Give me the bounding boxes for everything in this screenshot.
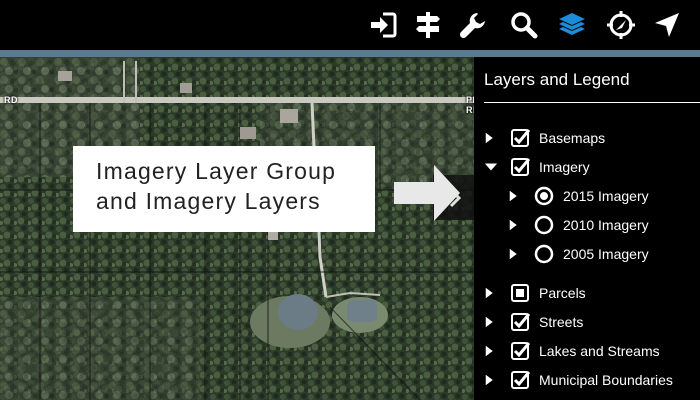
expand-toggle[interactable] (508, 185, 522, 207)
checkbox-partial-icon (511, 284, 529, 302)
layer-checkbox[interactable] (509, 340, 531, 362)
layer-checkbox[interactable] (509, 127, 531, 149)
caret-right-icon (485, 374, 493, 386)
layer-radio[interactable] (533, 243, 555, 265)
layer-label[interactable]: Streets (539, 314, 583, 330)
layers-icon[interactable] (555, 8, 589, 42)
top-toolbar (0, 0, 700, 50)
navigate-icon[interactable] (650, 8, 684, 42)
toolbar-divider (0, 50, 700, 57)
layer-item[interactable]: Parcels (484, 282, 586, 304)
expand-toggle[interactable] (484, 369, 498, 391)
wrench-icon[interactable] (456, 8, 490, 42)
caret-right-icon (509, 248, 517, 260)
checkbox-checked-icon (511, 342, 530, 360)
road-label-right: PETER RD (466, 95, 474, 115)
checkbox-checked-icon (511, 158, 530, 176)
caret-right-icon (509, 219, 517, 231)
layer-label[interactable]: 2005 Imagery (563, 246, 649, 262)
panel-title: Layers and Legend (484, 70, 630, 89)
layer-label[interactable]: 2015 Imagery (563, 188, 649, 204)
radio-unselected-icon (534, 215, 554, 235)
radio-selected-icon (534, 186, 554, 206)
annotation-callout: Imagery Layer Group and Imagery Layers (73, 146, 375, 232)
layer-label[interactable]: Parcels (539, 285, 586, 301)
checkbox-checked-icon (511, 313, 530, 331)
layer-item[interactable]: Imagery (484, 156, 590, 178)
layer-label[interactable]: Imagery (539, 159, 590, 175)
expand-toggle[interactable] (484, 127, 498, 149)
layer-label[interactable]: 2010 Imagery (563, 217, 649, 233)
sublayer-item[interactable]: 2005 Imagery (508, 243, 649, 265)
expand-toggle[interactable] (508, 214, 522, 236)
layer-label[interactable]: Basemaps (539, 130, 605, 146)
layer-label[interactable]: Lakes and Streams (539, 343, 660, 359)
layer-item[interactable]: Lakes and Streams (484, 340, 660, 362)
layer-item[interactable]: Streets (484, 311, 583, 333)
layer-checkbox[interactable] (509, 156, 531, 178)
caret-right-icon (509, 190, 517, 202)
layer-checkbox[interactable] (509, 369, 531, 391)
layer-item[interactable]: Municipal Boundaries (484, 369, 673, 391)
radio-unselected-icon (534, 244, 554, 264)
caret-down-icon (484, 163, 498, 171)
sublayer-item[interactable]: 2015 Imagery (508, 185, 649, 207)
caret-right-icon (485, 287, 493, 299)
panel-divider (484, 102, 700, 103)
caret-right-icon (485, 345, 493, 357)
signpost-icon[interactable] (411, 8, 445, 42)
sign-in-icon[interactable] (366, 8, 400, 42)
caret-right-icon (485, 316, 493, 328)
expand-toggle[interactable] (508, 243, 522, 265)
layer-checkbox[interactable] (509, 282, 531, 304)
layer-label[interactable]: Municipal Boundaries (539, 372, 673, 388)
annotation-arrow-icon (394, 165, 460, 221)
callout-line-2: and Imagery Layers (96, 188, 321, 214)
sublayer-item[interactable]: 2010 Imagery (508, 214, 649, 236)
search-icon[interactable] (507, 8, 541, 42)
callout-line-1: Imagery Layer Group (96, 158, 337, 184)
layer-radio[interactable] (533, 214, 555, 236)
layer-radio[interactable] (533, 185, 555, 207)
checkbox-checked-icon (511, 371, 530, 389)
expand-toggle[interactable] (484, 156, 498, 178)
expand-toggle[interactable] (484, 340, 498, 362)
layer-item[interactable]: Basemaps (484, 127, 605, 149)
layer-checkbox[interactable] (509, 311, 531, 333)
expand-toggle[interactable] (484, 282, 498, 304)
road-label-left: RD (4, 95, 18, 105)
locate-icon[interactable] (604, 8, 638, 42)
caret-right-icon (485, 132, 493, 144)
expand-toggle[interactable] (484, 311, 498, 333)
checkbox-checked-icon (511, 129, 530, 147)
